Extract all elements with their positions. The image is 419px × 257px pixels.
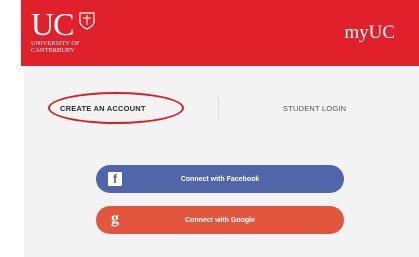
header-bar: UC UNIVERSITY OF CANTERBURY myUC — [21, 0, 419, 66]
connect-facebook-label: Connect with Facebook — [180, 175, 260, 183]
tab-divider — [218, 97, 219, 123]
connect-facebook-button[interactable]: f Connect with Facebook — [96, 165, 344, 193]
logo-subtitle-line-2: CANTERBURY — [31, 47, 75, 54]
crest-icon — [79, 12, 95, 30]
logo-subtitle-line-1: UNIVERSITY OF — [31, 40, 80, 47]
google-icon: g — [111, 210, 119, 227]
highlight-annotation-oval — [48, 92, 184, 124]
tab-student-login[interactable]: STUDENT LOGIN — [283, 104, 346, 113]
logo-uc-text: UC — [31, 6, 74, 42]
connect-google-label: Connect with Google — [185, 216, 255, 224]
logo-subtitle: UNIVERSITY OF CANTERBURY — [31, 40, 80, 54]
connect-google-button[interactable]: g Connect with Google — [96, 206, 344, 234]
myuc-brand: myUC — [344, 22, 395, 43]
facebook-icon: f — [108, 172, 122, 186]
